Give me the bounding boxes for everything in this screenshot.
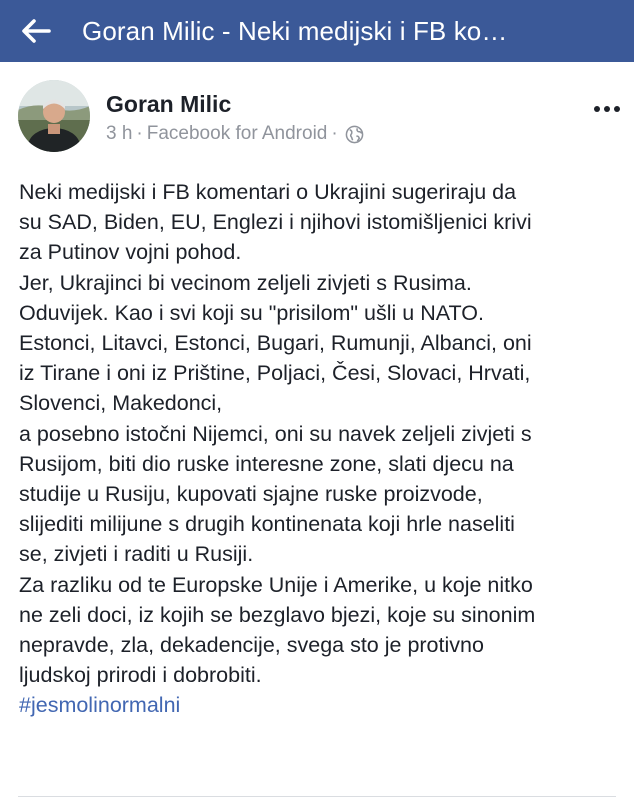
post-text-line: Estonci, Litavci, Estonci, Bugari, Rumun… (19, 331, 532, 356)
post-text-line: Oduvijek. Kao i svi koji su "prisilom" u… (19, 300, 484, 325)
app-header: Goran Milic - Neki medijski i FB ko… (0, 0, 634, 62)
arrow-left-icon (22, 19, 51, 43)
more-dot (604, 106, 610, 112)
author-name[interactable]: Goran Milic (106, 91, 231, 118)
post-text-line: nepravde, zla, dekadencije, svega sto je… (19, 633, 484, 658)
post-text-line: za Putinov vojni pohod. (19, 240, 242, 265)
post-text-line: Jer, Ukrajinci bi vecinom zeljeli zivjet… (19, 270, 472, 295)
post-text-line: Neki medijski i FB komentari o Ukrajini … (19, 180, 517, 204)
post-header: Goran Milic 3 h · Facebook for Android · (0, 62, 634, 162)
post-card: Goran Milic 3 h · Facebook for Android ·… (0, 62, 634, 800)
post-text-line: ne zeli doci, iz kojih se bezglavo bjezi… (19, 602, 536, 627)
post-text-line: slijediti milijune s drugih kontinenata … (19, 512, 515, 537)
more-options-button[interactable] (588, 96, 626, 122)
more-horizontal-icon (594, 106, 600, 112)
post-time[interactable]: 3 h (106, 123, 132, 145)
divider (18, 796, 616, 797)
post-text-line: Slovenci, Makedonci, (19, 391, 223, 416)
post-text-line: se, zivjeti i raditi u Rusiji. (19, 542, 254, 567)
back-button[interactable] (8, 0, 64, 62)
meta-separator-2: · (331, 123, 338, 144)
avatar[interactable] (18, 80, 90, 152)
meta-separator: · (136, 123, 143, 144)
post-text-line: studije u Rusiju, kupovati sjajne ruske … (19, 482, 483, 507)
post-source: Facebook for Android (146, 123, 328, 144)
post-meta: 3 h · Facebook for Android · (106, 123, 364, 145)
more-dot (614, 106, 620, 112)
post-text-line: Za razliku od te Europske Unije i Amerik… (19, 572, 533, 597)
post-text-line: Rusijom, biti dio ruske interesne zone, … (19, 451, 514, 476)
post-text: Neki medijski i FB komentari o Ukrajini … (19, 177, 624, 721)
globe-icon (345, 125, 364, 143)
post-text-line: iz Tirane i oni iz Prištine, Poljaci, Če… (19, 361, 531, 386)
post-text-line: ljudskoj prirodi i dobrobiti. (19, 663, 262, 688)
post-text-line: a posebno istočni Nijemci, oni su navek … (19, 421, 532, 446)
post-text-line: su SAD, Biden, EU, Englezi i njihovi ist… (19, 210, 532, 235)
avatar-image (18, 80, 90, 152)
page-title: Goran Milic - Neki medijski i FB ko… (82, 15, 508, 46)
hashtag-link[interactable]: #jesmolinormalni (19, 690, 624, 720)
